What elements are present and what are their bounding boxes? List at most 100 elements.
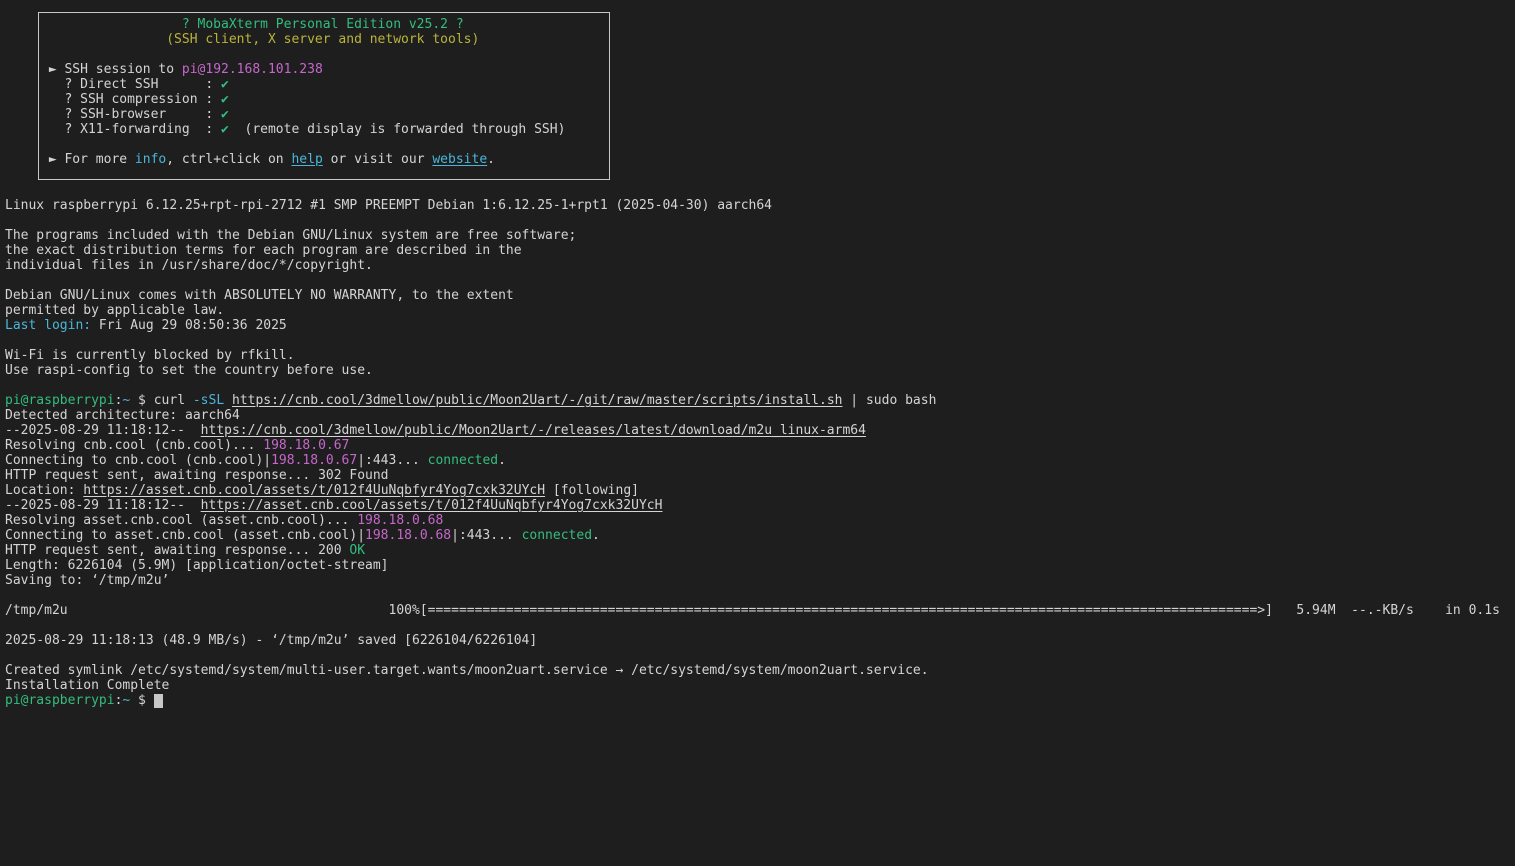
- terminal-screen[interactable]: ? MobaXterm Personal Edition v25.2 ? (SS…: [0, 0, 1515, 866]
- link[interactable]: https://cnb.cool/3dmellow/public/Moon2Ua…: [201, 423, 866, 438]
- text-segment: pi@raspberrypi: [5, 693, 115, 708]
- cursor: [154, 694, 163, 708]
- terminal-line: Created symlink /etc/systemd/system/mult…: [5, 663, 1515, 678]
- text-segment: ? SSH-browser :: [41, 107, 221, 122]
- text-segment: individual files in /usr/share/doc/*/cop…: [5, 258, 373, 273]
- text-segment: Connecting to asset.cnb.cool (asset.cnb.…: [5, 528, 365, 543]
- terminal-line: [5, 588, 1515, 603]
- text-segment: connected: [522, 528, 592, 543]
- text-segment: Debian GNU/Linux comes with ABSOLUTELY N…: [5, 288, 514, 303]
- terminal-line: ? SSH compression : ✔: [41, 92, 609, 107]
- text-segment: .: [592, 528, 600, 543]
- terminal-line: HTTP request sent, awaiting response... …: [5, 543, 1515, 558]
- terminal-line: ► For more info, ctrl+click on help or v…: [41, 152, 609, 167]
- text-segment: pi@raspberrypi: [5, 393, 115, 408]
- terminal-line: HTTP request sent, awaiting response... …: [5, 468, 1515, 483]
- text-segment: --2025-08-29 11:18:12--: [5, 423, 201, 438]
- terminal-line: ? SSH-browser : ✔: [41, 107, 609, 122]
- text-segment: HTTP request sent, awaiting response... …: [5, 543, 349, 558]
- terminal-line: [5, 333, 1515, 348]
- text-segment: Saving to: ‘/tmp/m2u’: [5, 573, 169, 588]
- terminal-line: Connecting to asset.cnb.cool (asset.cnb.…: [5, 528, 1515, 543]
- text-segment: [following]: [545, 483, 639, 498]
- text-segment: .: [498, 453, 506, 468]
- text-segment: ? MobaXterm Personal Edition v25.2 ?: [41, 17, 464, 32]
- text-segment: 198.18.0.67: [263, 438, 349, 453]
- text-segment: ? X11-forwarding :: [41, 122, 221, 137]
- text-segment: | sudo bash: [842, 393, 936, 408]
- terminal-line: [5, 213, 1515, 228]
- text-segment: (SSH client, X server and network tools): [41, 32, 479, 47]
- text-segment: ? SSH compression :: [41, 92, 221, 107]
- terminal-line: pi@raspberrypi:~ $ curl -sSL https://cnb…: [5, 393, 1515, 408]
- text-segment: 198.18.0.67: [271, 453, 357, 468]
- terminal-line: [41, 137, 609, 152]
- terminal-line: [5, 273, 1515, 288]
- text-segment: ► SSH session to: [41, 62, 182, 77]
- text-segment: HTTP request sent, awaiting response... …: [5, 468, 389, 483]
- text-segment: 198.18.0.68: [365, 528, 451, 543]
- terminal-line: the exact distribution terms for each pr…: [5, 243, 1515, 258]
- terminal-line: Resolving asset.cnb.cool (asset.cnb.cool…: [5, 513, 1515, 528]
- terminal-line: [5, 648, 1515, 663]
- link[interactable]: https://asset.cnb.cool/assets/t/012f4UuN…: [201, 498, 663, 513]
- terminal-line: Installation Complete: [5, 678, 1515, 693]
- terminal-line: pi@raspberrypi:~ $: [5, 693, 1515, 708]
- terminal-line: [41, 47, 609, 62]
- text-segment: /tmp/m2u 100%[==========================…: [5, 603, 1500, 618]
- terminal-line: Location: https://asset.cnb.cool/assets/…: [5, 483, 1515, 498]
- terminal-line: --2025-08-29 11:18:12-- https://asset.cn…: [5, 498, 1515, 513]
- terminal-line: Resolving cnb.cool (cnb.cool)... 198.18.…: [5, 438, 1515, 453]
- text-segment: OK: [349, 543, 365, 558]
- text-segment: , ctrl+click on: [166, 152, 291, 167]
- text-segment: Use raspi-config to set the country befo…: [5, 363, 373, 378]
- text-segment: 198.18.0.68: [357, 513, 443, 528]
- text-segment: ✔: [221, 77, 229, 92]
- terminal-line: Saving to: ‘/tmp/m2u’: [5, 573, 1515, 588]
- terminal-line: Length: 6226104 (5.9M) [application/octe…: [5, 558, 1515, 573]
- text-segment: Resolving asset.cnb.cool (asset.cnb.cool…: [5, 513, 357, 528]
- text-segment: ✔: [221, 122, 229, 137]
- terminal-line: ? X11-forwarding : ✔ (remote display is …: [41, 122, 609, 137]
- link[interactable]: https://asset.cnb.cool/assets/t/012f4UuN…: [83, 483, 545, 498]
- text-segment: $ curl: [130, 393, 193, 408]
- terminal-line: Debian GNU/Linux comes with ABSOLUTELY N…: [5, 288, 1515, 303]
- link[interactable]: website: [432, 152, 487, 167]
- text-segment: The programs included with the Debian GN…: [5, 228, 576, 243]
- terminal-line: Connecting to cnb.cool (cnb.cool)|198.18…: [5, 453, 1515, 468]
- text-segment: 2025-08-29 11:18:13 (48.9 MB/s) - ‘/tmp/…: [5, 633, 537, 648]
- terminal-line: [5, 618, 1515, 633]
- terminal-line: ? Direct SSH : ✔: [41, 77, 609, 92]
- terminal-line: Wi-Fi is currently blocked by rfkill.: [5, 348, 1515, 363]
- link[interactable]: https://cnb.cool/3dmellow/public/Moon2Ua…: [232, 393, 842, 408]
- text-segment: or visit our: [323, 152, 433, 167]
- terminal-line: --2025-08-29 11:18:12-- https://cnb.cool…: [5, 423, 1515, 438]
- terminal-line: Detected architecture: aarch64: [5, 408, 1515, 423]
- text-segment: the exact distribution terms for each pr…: [5, 243, 522, 258]
- text-segment: Created symlink /etc/systemd/system/mult…: [5, 663, 929, 678]
- text-segment: ✔: [221, 107, 229, 122]
- text-segment: (remote display is forwarded through SSH…: [229, 122, 566, 137]
- terminal-line: [5, 378, 1515, 393]
- terminal-line: individual files in /usr/share/doc/*/cop…: [5, 258, 1515, 273]
- link[interactable]: help: [291, 152, 322, 167]
- terminal-line: (SSH client, X server and network tools): [41, 32, 609, 47]
- text-segment: |:443...: [357, 453, 427, 468]
- text-segment: [224, 393, 232, 408]
- welcome-banner: ? MobaXterm Personal Edition v25.2 ? (SS…: [38, 12, 610, 180]
- terminal-line: Last login: Fri Aug 29 08:50:36 2025: [5, 318, 1515, 333]
- text-segment: Installation Complete: [5, 678, 169, 693]
- text-segment: |:443...: [451, 528, 521, 543]
- text-segment: connected: [428, 453, 498, 468]
- text-segment: .: [487, 152, 495, 167]
- text-segment: info: [135, 152, 166, 167]
- text-segment: pi@192.168.101.238: [182, 62, 323, 77]
- text-segment: -sSL: [193, 393, 224, 408]
- text-segment: Length: 6226104 (5.9M) [application/octe…: [5, 558, 389, 573]
- terminal-line: The programs included with the Debian GN…: [5, 228, 1515, 243]
- text-segment: Fri Aug 29 08:50:36 2025: [91, 318, 287, 333]
- terminal-output: Linux raspberrypi 6.12.25+rpt-rpi-2712 #…: [5, 198, 1515, 708]
- text-segment: Linux raspberrypi 6.12.25+rpt-rpi-2712 #…: [5, 198, 772, 213]
- text-segment: Location:: [5, 483, 83, 498]
- text-segment: ✔: [221, 92, 229, 107]
